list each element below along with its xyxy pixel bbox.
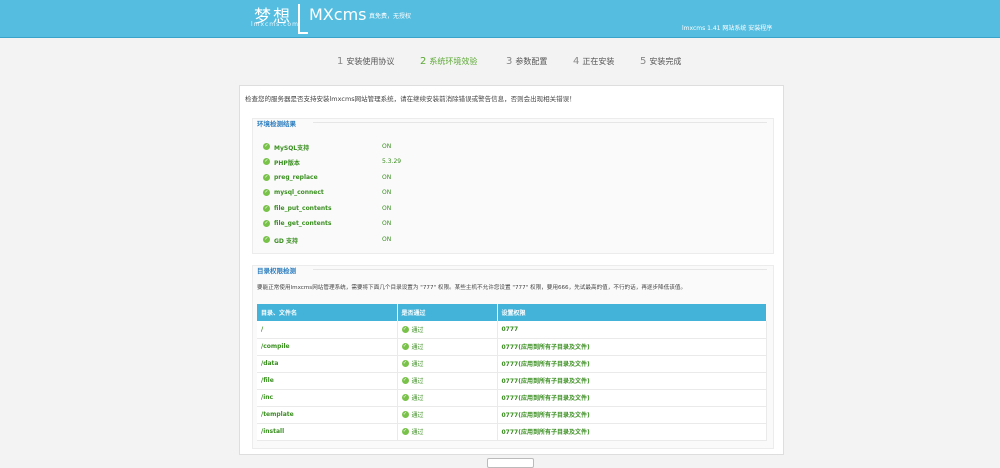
logo-bracket-icon (298, 4, 308, 34)
table-header-row: 目录、文件名 是否通过 设置权限 (257, 304, 767, 321)
column-header-perm: 设置权限 (497, 304, 767, 321)
env-item-value: ON (382, 189, 392, 196)
env-item-name: file_get_contents (274, 220, 332, 227)
step-1: 1 安装使用协议 (337, 56, 395, 67)
env-item-value: ON (382, 143, 392, 150)
env-item: ✓ MySQL支持 ON (263, 142, 563, 152)
row-path: /install (257, 423, 398, 441)
env-check-section: 环境检测结果 ✓ MySQL支持 ON ✓ PHP版本 5.3.29 ✓ pre… (252, 118, 774, 254)
row-perm: 0777(应用到所有子目录及文件) (497, 338, 767, 356)
check-circle-icon: ✓ (263, 189, 270, 196)
step-5: 5 安装完成 (640, 56, 682, 67)
table-row: / ✓ 通过 0777 (257, 321, 767, 339)
pass-label: 通过 (411, 395, 424, 402)
pass-label: 通过 (411, 361, 424, 368)
row-pass: ✓ 通过 (397, 355, 498, 373)
row-path: / (257, 321, 398, 339)
check-panel: 检查您的服务器是否支持安装lmxcms网站管理系统，请在继续安装前消除错误或警告… (239, 85, 784, 455)
env-item-value: 5.3.29 (382, 158, 402, 165)
top-header: 梦想 lmxcms.com MXcms 真免费，无授权 lmxcms 1.41 … (0, 0, 1000, 38)
logo-slogan: 真免费，无授权 (369, 13, 412, 20)
env-item-name: GD 支持 (274, 238, 298, 245)
check-circle-icon: ✓ (401, 411, 409, 418)
table-row: /data ✓ 通过 0777(应用到所有子目录及文件) (257, 355, 767, 373)
env-item-value: ON (382, 220, 392, 227)
check-circle-icon: ✓ (263, 174, 270, 181)
column-header-pass: 是否通过 (397, 304, 498, 321)
table-row: /inc ✓ 通过 0777(应用到所有子目录及文件) (257, 389, 767, 407)
check-circle-icon: ✓ (263, 158, 270, 165)
divider (313, 122, 767, 123)
column-header-path: 目录、文件名 (257, 304, 398, 321)
table-row: /compile ✓ 通过 0777(应用到所有子目录及文件) (257, 338, 767, 356)
env-item-name: MySQL支持 (274, 145, 310, 152)
check-circle-icon: ✓ (401, 428, 409, 435)
pass-label: 通过 (411, 378, 424, 385)
env-item-name: preg_replace (274, 174, 318, 181)
row-pass: ✓ 通过 (397, 406, 498, 424)
row-pass: ✓ 通过 (397, 372, 498, 390)
next-button[interactable] (487, 458, 534, 468)
perm-description: 要能正常使用lmxcms网站管理系统，需要将下面几个目录设置为 "777" 权限… (257, 285, 687, 291)
row-pass: ✓ 通过 (397, 423, 498, 441)
logo-domain: lmxcms.com (251, 21, 299, 28)
env-item-name: PHP版本 (274, 160, 300, 167)
env-item: ✓ file_put_contents ON (263, 204, 563, 214)
row-pass: ✓ 通过 (397, 321, 498, 339)
row-path: /data (257, 355, 398, 373)
installer-version: lmxcms 1.41 网站系统 安装程序 (682, 25, 773, 32)
check-circle-icon: ✓ (263, 143, 270, 150)
row-perm: 0777(应用到所有子目录及文件) (497, 355, 767, 373)
logo-mxcms: MXcms (309, 5, 367, 24)
env-item: ✓ PHP版本 5.3.29 (263, 157, 563, 167)
row-perm: 0777(应用到所有子目录及文件) (497, 389, 767, 407)
row-pass: ✓ 通过 (397, 389, 498, 407)
table-row: /install ✓ 通过 0777(应用到所有子目录及文件) (257, 423, 767, 441)
perm-check-section: 目录权限检测 要能正常使用lmxcms网站管理系统，需要将下面几个目录设置为 "… (252, 265, 774, 449)
row-path: /inc (257, 389, 398, 407)
env-item-name: mysql_connect (274, 189, 324, 196)
env-item: ✓ mysql_connect ON (263, 188, 563, 198)
row-path: /file (257, 372, 398, 390)
row-path: /compile (257, 338, 398, 356)
perm-section-title: 目录权限检测 (257, 267, 296, 275)
row-perm: 0777 (497, 321, 767, 339)
check-circle-icon: ✓ (263, 220, 270, 227)
step-4: 4 正在安装 (573, 56, 615, 67)
env-item-value: ON (382, 174, 392, 181)
check-circle-icon: ✓ (263, 236, 270, 243)
env-section-title: 环境检测结果 (257, 120, 296, 128)
check-circle-icon: ✓ (263, 205, 270, 212)
step-2: 2 系统环境效验 (420, 56, 478, 67)
row-pass: ✓ 通过 (397, 338, 498, 356)
step-3: 3 参数配置 (506, 56, 548, 67)
pass-label: 通过 (411, 344, 424, 351)
env-item: ✓ preg_replace ON (263, 173, 563, 183)
row-perm: 0777(应用到所有子目录及文件) (497, 406, 767, 424)
perm-table: 目录、文件名 是否通过 设置权限 / ✓ 通过 0777 /compile ✓ 通过… (257, 304, 767, 441)
check-circle-icon: ✓ (401, 377, 409, 384)
intro-text: 检查您的服务器是否支持安装lmxcms网站管理系统，请在继续安装前消除错误或警告… (245, 95, 576, 103)
env-item: ✓ GD 支持 ON (263, 235, 563, 245)
divider (313, 269, 767, 270)
check-circle-icon: ✓ (401, 360, 409, 367)
pass-label: 通过 (411, 326, 424, 334)
env-item-value: ON (382, 236, 392, 243)
pass-label: 通过 (411, 412, 424, 419)
check-circle-icon: ✓ (401, 325, 409, 333)
check-circle-icon: ✓ (401, 343, 409, 350)
table-row: /template ✓ 通过 0777(应用到所有子目录及文件) (257, 406, 767, 424)
env-item-value: ON (382, 205, 392, 212)
row-perm: 0777(应用到所有子目录及文件) (497, 423, 767, 441)
env-item: ✓ file_get_contents ON (263, 219, 563, 229)
row-perm: 0777(应用到所有子目录及文件) (497, 372, 767, 390)
table-row: /file ✓ 通过 0777(应用到所有子目录及文件) (257, 372, 767, 390)
env-item-name: file_put_contents (274, 205, 332, 212)
row-path: /template (257, 406, 398, 424)
install-steps: 1 安装使用协议 2 系统环境效验 3 参数配置 4 正在安装 5 安装完成 (0, 56, 1000, 70)
pass-label: 通过 (411, 429, 424, 436)
check-circle-icon: ✓ (401, 394, 409, 401)
